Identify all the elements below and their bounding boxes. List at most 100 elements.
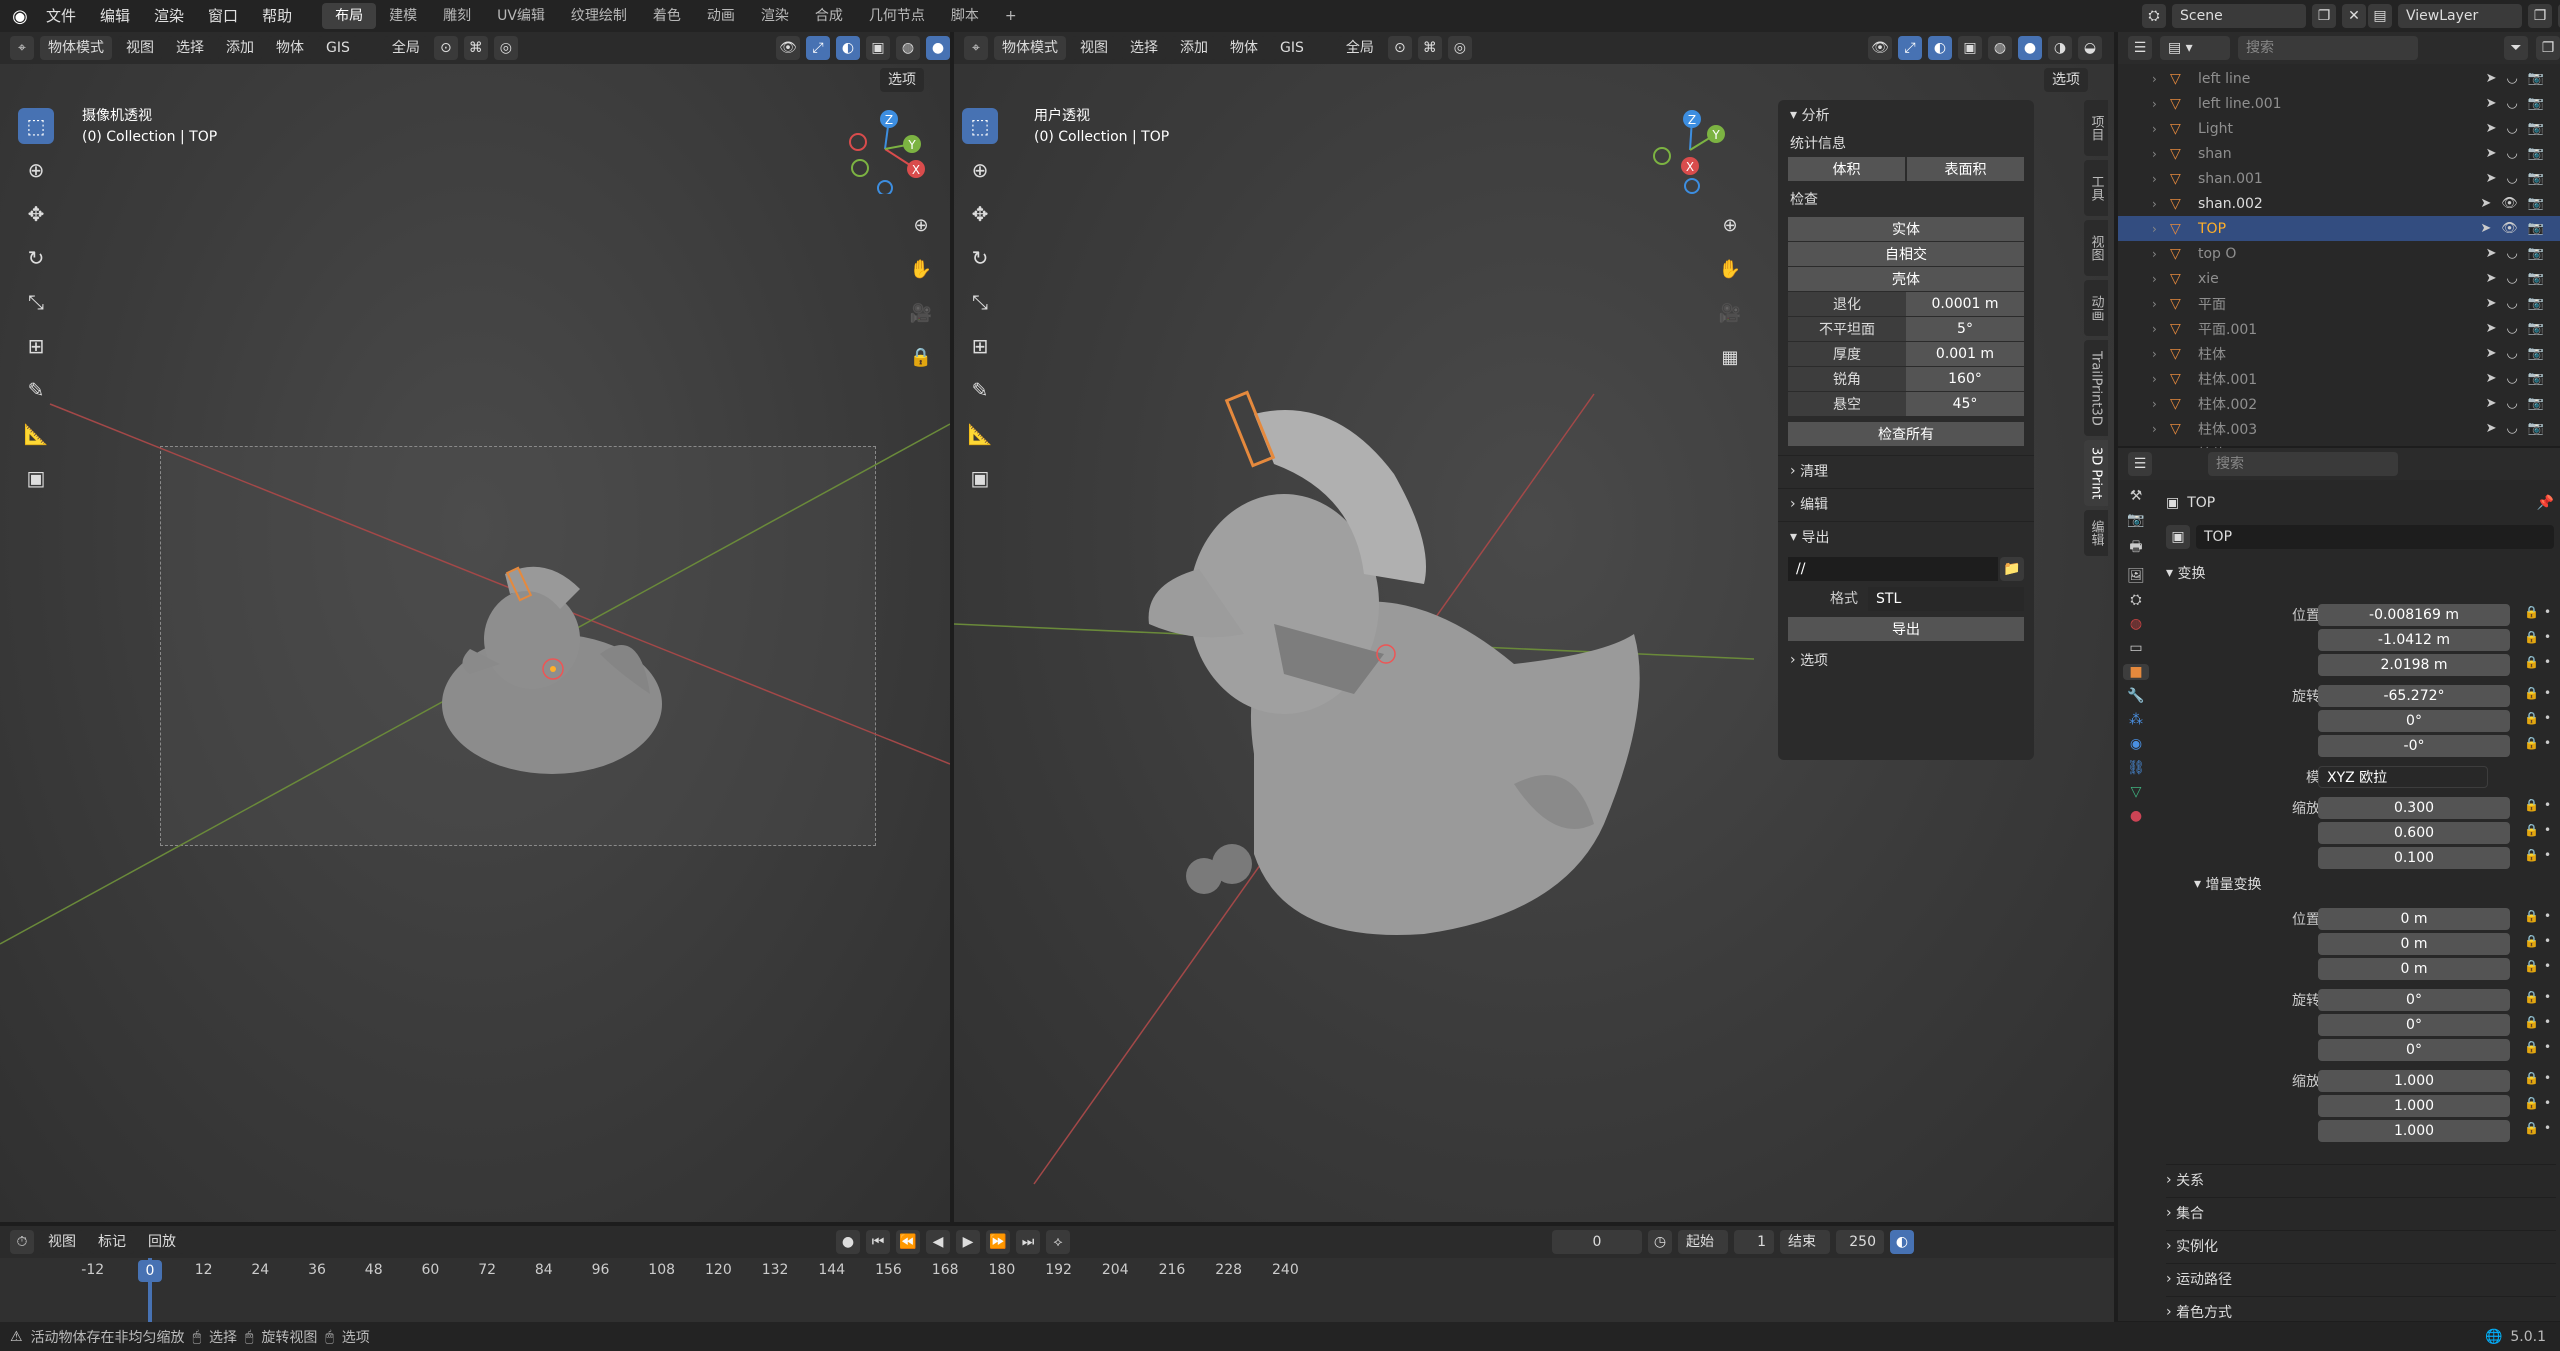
export-button[interactable]: 导出 bbox=[1788, 617, 2024, 641]
camera-render-icon[interactable]: 📷 bbox=[2528, 371, 2544, 386]
eye-icon[interactable]: ◡ bbox=[2506, 321, 2517, 336]
outliner-item[interactable]: › ▽ left line ➤ ◡ 📷 bbox=[2118, 66, 2560, 91]
tab-item[interactable]: 项目 bbox=[2084, 100, 2108, 156]
new-scene-icon[interactable]: ❐ bbox=[2312, 4, 2336, 28]
overhang-value[interactable]: 45° bbox=[1906, 392, 2024, 416]
lock-icon[interactable]: 🔒 bbox=[2524, 1040, 2539, 1054]
thickness-value[interactable]: 0.001 m bbox=[1906, 342, 2024, 366]
transform-orientation-dropdown[interactable]: 全局 bbox=[383, 36, 428, 60]
menu-object[interactable]: 物体 bbox=[268, 36, 312, 60]
selectable-icon[interactable]: ➤ bbox=[2486, 421, 2497, 436]
rot-z-field[interactable]: -0° bbox=[2318, 735, 2510, 757]
intersect-button[interactable]: 自相交 bbox=[1788, 242, 2024, 266]
format-dropdown[interactable]: STL bbox=[1868, 587, 2024, 611]
annotate-tool-icon[interactable]: ✎ bbox=[962, 372, 998, 408]
export-options-header[interactable]: › 选项 bbox=[1778, 645, 2034, 675]
menu-gis[interactable]: GIS bbox=[1272, 36, 1312, 60]
annotate-tool-icon[interactable]: ✎ bbox=[18, 372, 54, 408]
selectable-icon[interactable]: ➤ bbox=[2486, 321, 2497, 336]
editor-type-icon[interactable]: ☰ bbox=[2128, 36, 2152, 60]
properties-search-input[interactable]: 搜索 bbox=[2208, 452, 2398, 476]
outliner-item[interactable]: › ▽ shan.001 ➤ ◡ 📷 bbox=[2118, 166, 2560, 191]
properties-section-0[interactable]: › 关系 bbox=[2166, 1164, 2556, 1194]
outliner-item[interactable]: › ▽ 柱体 ➤ ◡ 📷 bbox=[2118, 341, 2560, 366]
keyframe-dot-icon[interactable]: • bbox=[2544, 1121, 2551, 1135]
sharp-button[interactable]: 锐角 bbox=[1788, 367, 1906, 391]
rot-y-field[interactable]: 0° bbox=[2318, 710, 2510, 732]
pan-hand-icon[interactable]: ✋ bbox=[1715, 254, 1745, 284]
new-viewlayer-icon[interactable]: ❐ bbox=[2528, 4, 2552, 28]
selectable-icon[interactable]: ➤ bbox=[2486, 171, 2497, 186]
zoom-icon[interactable]: ⊕ bbox=[906, 210, 936, 240]
new-collection-icon[interactable]: ❐ bbox=[2536, 36, 2560, 60]
visibility-icon[interactable]: 👁 bbox=[1868, 36, 1892, 60]
tab-layout[interactable]: 布局 bbox=[322, 3, 377, 29]
timeline-menu-playback[interactable]: 回放 bbox=[140, 1230, 184, 1254]
area-button[interactable]: 表面积 bbox=[1907, 157, 2024, 181]
keyframe-dot-icon[interactable]: • bbox=[2544, 736, 2551, 750]
eye-icon[interactable]: ◡ bbox=[2506, 96, 2517, 111]
measure-tool-icon[interactable]: 📐 bbox=[18, 416, 54, 452]
pivot-icon[interactable]: ⊙ bbox=[1387, 36, 1412, 60]
editor-type-icon[interactable]: ☰ bbox=[2128, 452, 2152, 476]
solid-shading-icon[interactable]: ● bbox=[2018, 36, 2042, 60]
keyframe-dot-icon[interactable]: • bbox=[2544, 1015, 2551, 1029]
transform-tool-icon[interactable]: ⊞ bbox=[18, 328, 54, 364]
camera-render-icon[interactable]: 📷 bbox=[2528, 71, 2544, 86]
outliner-item[interactable]: › ▽ left line.001 ➤ ◡ 📷 bbox=[2118, 91, 2560, 116]
dloc-x-field[interactable]: 0 m bbox=[2318, 908, 2510, 930]
selectable-icon[interactable]: ➤ bbox=[2486, 146, 2497, 161]
selectable-icon[interactable]: ➤ bbox=[2486, 71, 2497, 86]
expand-arrow-icon[interactable]: › bbox=[2152, 72, 2157, 86]
snap-icon[interactable]: ⌘ bbox=[463, 36, 488, 60]
jump-start-icon[interactable]: ⏮ bbox=[866, 1230, 890, 1254]
expand-arrow-icon[interactable]: › bbox=[2152, 347, 2157, 361]
expand-arrow-icon[interactable]: › bbox=[2152, 147, 2157, 161]
keying-icon[interactable]: ⟡ bbox=[1046, 1230, 1070, 1254]
outliner-item[interactable]: › ▽ 平面 ➤ ◡ 📷 bbox=[2118, 291, 2560, 316]
menu-object[interactable]: 物体 bbox=[1222, 36, 1266, 60]
eye-icon[interactable]: ◡ bbox=[2506, 271, 2517, 286]
proportional-edit-icon[interactable]: ◎ bbox=[493, 36, 518, 60]
outliner-item[interactable]: › ▽ Light ➤ ◡ 📷 bbox=[2118, 116, 2560, 141]
lock-icon[interactable]: 🔒 bbox=[2524, 686, 2539, 700]
dloc-z-field[interactable]: 0 m bbox=[2318, 958, 2510, 980]
keyframe-dot-icon[interactable]: • bbox=[2544, 1040, 2551, 1054]
viewlayer-name-field[interactable]: ViewLayer bbox=[2398, 4, 2522, 28]
menu-add[interactable]: 添加 bbox=[218, 36, 262, 60]
snap-icon[interactable]: ⌘ bbox=[1417, 36, 1442, 60]
menu-window[interactable]: 窗口 bbox=[196, 0, 250, 32]
overlay-icon[interactable]: ◐ bbox=[1928, 36, 1952, 60]
eye-icon[interactable]: ◡ bbox=[2506, 171, 2517, 186]
camera-view-icon[interactable]: 🎥 bbox=[906, 298, 936, 328]
keyframe-dot-icon[interactable]: • bbox=[2544, 848, 2551, 862]
eye-icon[interactable]: ◡ bbox=[2506, 121, 2517, 136]
menu-render[interactable]: 渲染 bbox=[142, 0, 196, 32]
drot-z-field[interactable]: 0° bbox=[2318, 1039, 2510, 1061]
distorted-button[interactable]: 不平坦面 bbox=[1788, 317, 1906, 341]
tab-trailprint3d[interactable]: TrailPrint3D bbox=[2084, 340, 2108, 436]
export-path-input[interactable]: // bbox=[1788, 557, 1998, 581]
eye-icon[interactable]: ◡ bbox=[2506, 371, 2517, 386]
end-frame-field[interactable]: 250 bbox=[1836, 1230, 1884, 1254]
tab-animation[interactable]: 动画 bbox=[694, 3, 748, 29]
outliner-item[interactable]: › ▽ top O ➤ ◡ 📷 bbox=[2118, 241, 2560, 266]
add-workspace-button[interactable]: + bbox=[992, 3, 1030, 29]
record-icon[interactable]: ● bbox=[836, 1230, 860, 1254]
keyframe-dot-icon[interactable]: • bbox=[2544, 959, 2551, 973]
drot-x-field[interactable]: 0° bbox=[2318, 989, 2510, 1011]
rot-mode-field[interactable]: XYZ 欧拉 bbox=[2318, 766, 2488, 788]
selectable-icon[interactable]: ➤ bbox=[2486, 396, 2497, 411]
tab-modeling[interactable]: 建模 bbox=[376, 3, 430, 29]
camera-render-icon[interactable]: 📷 bbox=[2528, 146, 2544, 161]
eye-icon[interactable]: ◡ bbox=[2506, 146, 2517, 161]
lock-icon[interactable]: 🔒 bbox=[2524, 1071, 2539, 1085]
object-name-field[interactable]: TOP bbox=[2196, 525, 2554, 549]
tab-geometry-nodes[interactable]: 几何节点 bbox=[856, 3, 938, 29]
expand-arrow-icon[interactable]: › bbox=[2152, 247, 2157, 261]
expand-arrow-icon[interactable]: › bbox=[2152, 172, 2157, 186]
wireframe-shading-icon[interactable]: ◍ bbox=[896, 36, 920, 60]
keyframe-dot-icon[interactable]: • bbox=[2544, 1071, 2551, 1085]
view-layer-tab-icon[interactable]: 🖼 bbox=[2127, 568, 2145, 584]
transform-section-header[interactable]: ▾ 变换 bbox=[2158, 558, 2554, 588]
